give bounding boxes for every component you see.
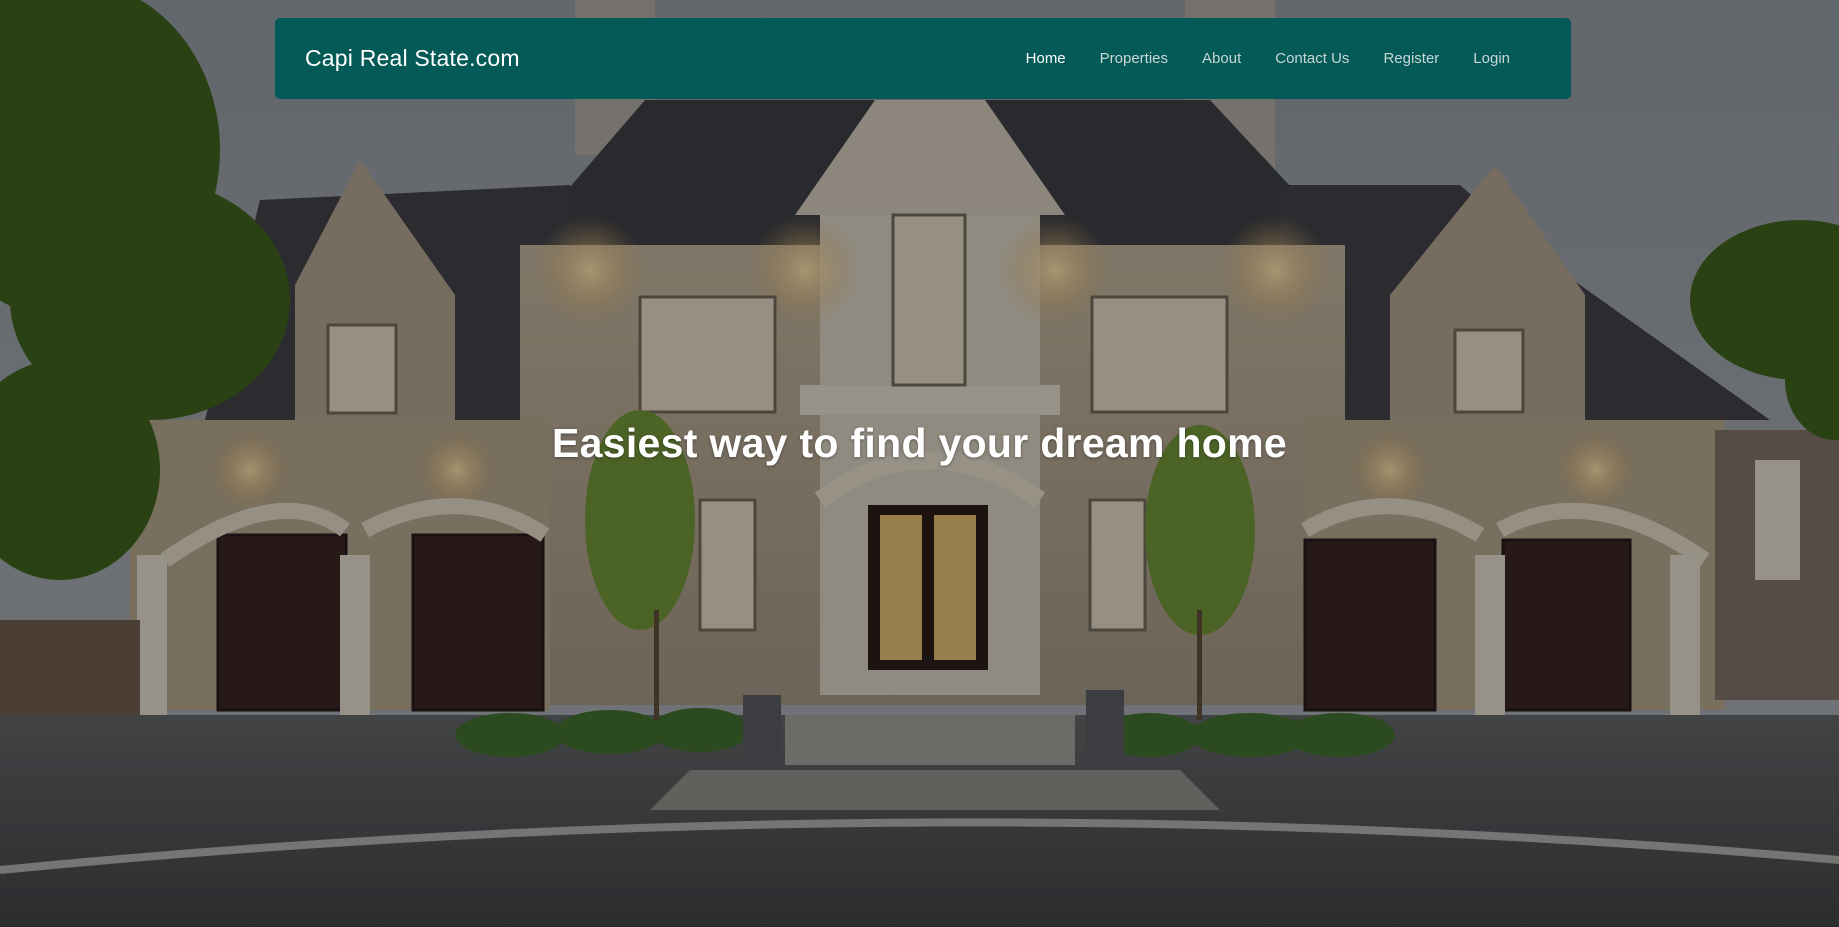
brand-logo-link[interactable]: Capi Real State.com xyxy=(305,45,520,72)
nav-links: Home Properties About Contact Us Registe… xyxy=(1009,50,1527,67)
nav-link-contact-us[interactable]: Contact Us xyxy=(1258,50,1366,67)
hero-headline: Easiest way to find your dream home xyxy=(551,420,1288,466)
nav-link-properties[interactable]: Properties xyxy=(1083,50,1185,67)
nav-link-home[interactable]: Home xyxy=(1009,50,1083,67)
nav-link-register[interactable]: Register xyxy=(1366,50,1456,67)
top-navbar: Capi Real State.com Home Properties Abou… xyxy=(275,18,1571,99)
nav-link-about[interactable]: About xyxy=(1185,50,1258,67)
nav-link-login[interactable]: Login xyxy=(1456,50,1527,67)
